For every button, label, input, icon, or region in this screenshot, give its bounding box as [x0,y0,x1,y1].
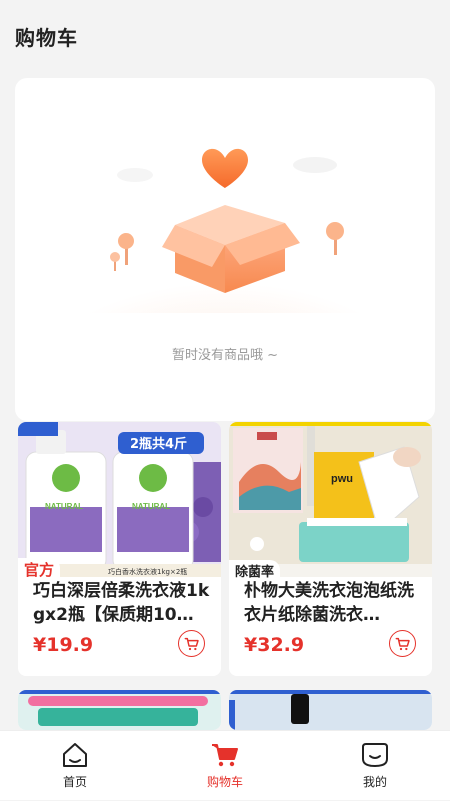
tab-label: 购物车 [206,775,243,789]
bottom-tab-bar: 首页 购物车 我的 [0,730,450,800]
product-card-partial[interactable] [18,690,221,730]
product-image[interactable]: NATURAL NATURAL 2瓶共4斤 巧白香水洗衣液1kg×2瓶 [18,422,221,577]
product-card-partial[interactable] [229,690,432,730]
add-to-cart-button[interactable] [389,630,416,657]
product-card[interactable]: NATURAL NATURAL 2瓶共4斤 巧白香水洗衣液1kg×2瓶 官方 巧… [18,422,221,676]
product-image-text: NATURAL [132,502,170,511]
cart-icon [212,744,238,767]
product-image[interactable] [18,690,221,730]
empty-cart-card: 暂时没有商品哦 ~ [15,78,435,421]
tab-me[interactable]: 我的 [300,731,450,801]
cart-icon [395,637,410,650]
product-card[interactable]: pwu 除菌率 朴物大美洗衣泡泡纸洗衣片纸除菌洗衣… ¥32.9 [229,422,432,676]
tab-label: 首页 [62,775,87,789]
cart-icon [184,637,199,650]
product-image[interactable]: pwu [229,422,432,577]
tab-label: 我的 [362,775,387,789]
product-title[interactable]: 巧白深层倍柔洗衣液1kgx2瓶【保质期10… [33,579,213,627]
empty-box-illustration [85,148,365,313]
profile-icon [362,743,388,768]
official-badge: 官方 [18,558,61,581]
home-icon [63,743,87,767]
header: 购物车 [0,0,450,70]
add-to-cart-button[interactable] [178,630,205,657]
product-image-text: pwu [331,473,353,485]
empty-cart-message: 暂时没有商品哦 ~ [171,348,279,363]
page-title: 购物车 [15,26,78,50]
product-image[interactable] [229,690,432,730]
tab-home[interactable]: 首页 [0,731,150,801]
sterilization-badge: 除菌率 [229,560,281,581]
product-image-text: 2瓶共4斤 [130,436,187,452]
product-price: ¥19.9 [33,634,94,656]
product-image-text: NATURAL [45,502,83,511]
product-price: ¥32.9 [244,634,305,656]
product-image-text: 巧白香水洗衣液1kg×2瓶 [108,567,187,576]
tab-cart[interactable]: 购物车 [150,731,300,801]
product-title[interactable]: 朴物大美洗衣泡泡纸洗衣片纸除菌洗衣… [244,579,424,627]
